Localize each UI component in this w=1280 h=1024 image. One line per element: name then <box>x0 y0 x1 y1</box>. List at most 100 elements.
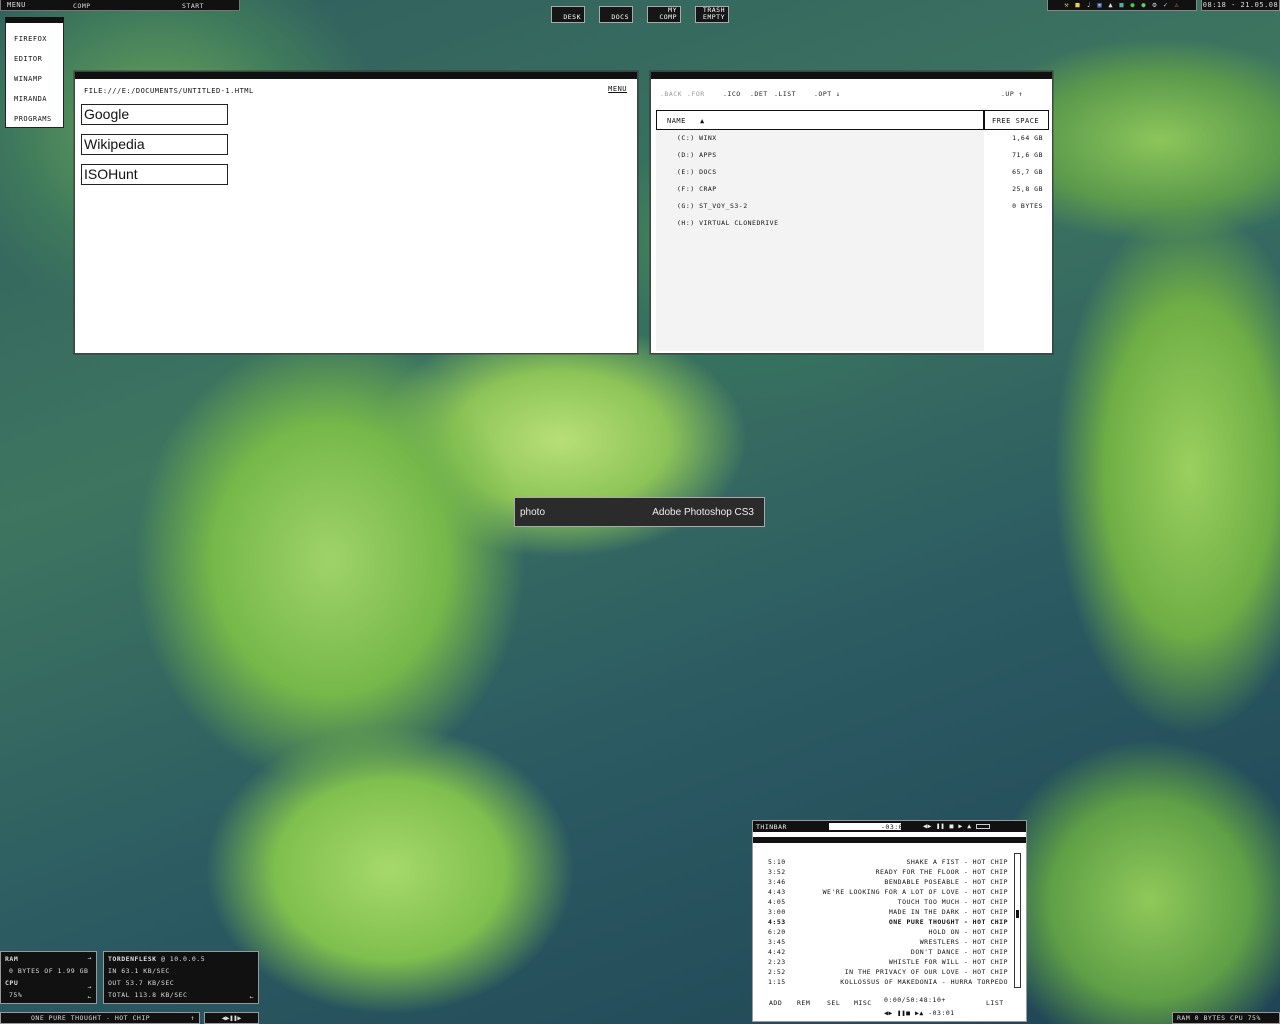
drive-row[interactable]: (C:) WINX 1,64 GB <box>656 130 1049 147</box>
browser-titlebar[interactable] <box>75 72 637 79</box>
up-button[interactable]: .UP ↑ <box>1001 90 1023 98</box>
playlist-item[interactable]: 3:46 BENDABLE POSEABLE - HOT CHIP <box>768 877 1008 887</box>
volume-slider[interactable] <box>976 823 991 829</box>
view-details-button[interactable]: .DET <box>750 90 768 98</box>
view-list-button[interactable]: .LIST <box>774 90 796 98</box>
drive-row[interactable]: (F:) CRAP 25,8 GB <box>656 181 1049 198</box>
options-button[interactable]: .OPT ↓ <box>814 90 841 98</box>
startmenu-item-firefox[interactable]: FIREFOX <box>6 29 63 49</box>
misc-button[interactable]: MISC <box>854 999 872 1007</box>
drive-row[interactable]: (G:) ST_VOY_S3-2 0 BYTES <box>656 198 1049 215</box>
scrollbar-thumb[interactable] <box>1016 910 1019 918</box>
launcher-query[interactable]: photo <box>520 507 545 518</box>
docs-icon[interactable]: DOCS <box>599 6 633 23</box>
play-icon[interactable]: ▶ <box>927 822 931 830</box>
select-button[interactable]: SEL <box>827 999 840 1007</box>
tool-icon[interactable]: ⚒ <box>1062 1 1071 9</box>
bug-icon[interactable]: ● <box>1139 1 1148 9</box>
my-comp-icon[interactable]: MY COMP <box>647 6 681 23</box>
arrow-left-icon[interactable]: ← <box>250 993 254 1001</box>
pause-icon[interactable]: ❚❚ <box>897 1009 906 1017</box>
chart-icon[interactable]: ▲ <box>1106 1 1115 9</box>
track-title: IN THE PRIVACY OF OUR LOVE - HOT CHIP <box>844 968 1008 976</box>
play-icon[interactable]: ▶ <box>888 1009 892 1017</box>
view-icons-button[interactable]: .ICO <box>723 90 741 98</box>
time-remaining-bottom: -03:01 <box>928 1009 955 1017</box>
next-icon[interactable]: ▶ <box>237 1014 241 1022</box>
playlist-item[interactable]: 4:42 DON'T DANCE - HOT CHIP <box>768 947 1008 957</box>
link-isohunt[interactable]: ISOHunt <box>81 164 228 185</box>
forward-button[interactable]: .FOR <box>687 90 705 98</box>
now-playing-bar[interactable]: ONE PURE THOUGHT - HOT CHIP ↑ <box>0 1012 200 1024</box>
menu-button[interactable]: MENU <box>7 1 26 9</box>
back-button[interactable]: .BACK <box>660 90 682 98</box>
stop-icon[interactable]: ■ <box>906 1009 910 1017</box>
playlist-item[interactable]: 4:43 WE'RE LOOKING FOR A LOT OF LOVE - HO… <box>768 887 1008 897</box>
playlist-item[interactable]: 2:52 IN THE PRIVACY OF OUR LOVE - HOT CHI… <box>768 967 1008 977</box>
app-launcher[interactable]: photo Adobe Photoshop CS3 <box>514 497 765 527</box>
browser-menu-button[interactable]: MENU <box>608 85 627 93</box>
drive-name: (G:) ST_VOY_S3-2 <box>677 202 748 210</box>
arrow-right-icon[interactable]: → <box>88 954 92 962</box>
explorer-titlebar[interactable] <box>651 72 1052 79</box>
playlist-item[interactable]: 3:00 MADE IN THE DARK - HOT CHIP <box>768 907 1008 917</box>
eject-icon[interactable]: ▲ <box>919 1009 923 1017</box>
track-duration: 3:46 <box>768 878 786 886</box>
playlist-item[interactable]: 1:15 KOLLOSSUS OF MAKEDONIA - HURRA TORPE… <box>768 977 1008 987</box>
gear-icon[interactable]: ⚙ <box>1150 1 1159 9</box>
start-button[interactable]: START <box>182 2 204 10</box>
name-column-header[interactable]: NAME ▲ <box>657 111 985 129</box>
list-button[interactable]: LIST <box>986 999 1004 1007</box>
arrow-left-icon[interactable]: ← <box>88 993 92 1001</box>
stop-icon[interactable]: ■ <box>950 822 954 830</box>
arrow-right-icon[interactable]: → <box>88 983 92 991</box>
startmenu-item-winamp[interactable]: WINAMP <box>6 69 63 89</box>
file-explorer-window: .BACK .FOR .ICO .DET .LIST .OPT ↓ .UP ↑ … <box>650 71 1053 354</box>
playlist-item[interactable]: 3:45 WRESTLERS - HOT CHIP <box>768 937 1008 947</box>
drive-row[interactable]: (E:) DOCS 65,7 GB <box>656 164 1049 181</box>
volume-icon[interactable]: ♩ <box>1084 1 1093 9</box>
drive-row[interactable]: (H:) VIRTUAL CLONEDRIVE <box>656 215 1049 232</box>
startmenu-item-programs[interactable]: PROGRAMS <box>6 109 63 129</box>
playlist-item[interactable]: 4:05 TOUCH TOO MUCH - HOT CHIP <box>768 897 1008 907</box>
playlist-item[interactable]: 6:20 HOLD ON - HOT CHIP <box>768 927 1008 937</box>
comp-button[interactable]: COMP <box>73 2 91 10</box>
link-wikipedia[interactable]: Wikipedia <box>81 134 228 155</box>
player-titlebar[interactable]: THINBAR -03:01 ◀▶ ❚❚ ■ ▶ ▲ <box>753 821 1026 832</box>
drive-free-space: 25,8 GB <box>1012 185 1043 193</box>
drive-row[interactable]: (D:) APPS 71,6 GB <box>656 147 1049 164</box>
link-google[interactable]: Google <box>81 104 228 125</box>
chevron-down-icon: ↓ <box>836 90 841 98</box>
address-bar[interactable]: FILE:///E:/DOCUMENTS/UNTITLED-1.HTML <box>84 87 254 95</box>
add-button[interactable]: ADD <box>769 999 782 1007</box>
player-separator <box>753 837 1026 843</box>
pause-icon[interactable]: ❚❚ <box>936 822 945 830</box>
folder-icon[interactable]: ■ <box>1073 1 1082 9</box>
torrent-ip: @ 10.0.0.5 <box>160 955 206 963</box>
warning-icon[interactable]: ⚠ <box>1172 1 1181 9</box>
network-icon[interactable]: ▣ <box>1095 1 1104 9</box>
eject-icon[interactable]: ▲ <box>967 822 971 830</box>
drive-name: (H:) VIRTUAL CLONEDRIVE <box>677 219 779 227</box>
arrow-up-icon[interactable]: ↑ <box>191 1013 195 1023</box>
playlist-item[interactable]: 3:52 READY FOR THE FLOOR - HOT CHIP <box>768 867 1008 877</box>
next-icon[interactable]: ▶ <box>958 822 962 830</box>
desk-icon[interactable]: DESK <box>551 6 585 23</box>
drive-name: (D:) APPS <box>677 151 717 159</box>
trash-icon[interactable]: TRASH EMPTY <box>695 6 729 23</box>
remove-button[interactable]: REM <box>797 999 810 1007</box>
track-title: HOLD ON - HOT CHIP <box>928 928 1008 936</box>
free-space-column-header[interactable]: FREE SPACE <box>985 111 1048 129</box>
playlist-item[interactable]: 4:53 ONE PURE THOUGHT - HOT CHIP <box>768 917 1008 927</box>
drive-free-space: 1,64 GB <box>1012 134 1043 142</box>
startmenu-item-editor[interactable]: EDITOR <box>6 49 63 69</box>
startmenu-item-miranda[interactable]: MIRANDA <box>6 89 63 109</box>
window-icon[interactable]: ■ <box>1117 1 1126 9</box>
launcher-result[interactable]: Adobe Photoshop CS3 <box>652 507 754 518</box>
playlist-scrollbar[interactable] <box>1014 853 1021 988</box>
track-title: WRESTLERS - HOT CHIP <box>919 938 1008 946</box>
check-icon[interactable]: ✓ <box>1161 1 1170 9</box>
playlist-item[interactable]: 5:10 SHAKE A FIST - HOT CHIP <box>768 857 1008 867</box>
globe-icon[interactable]: ● <box>1128 1 1137 9</box>
playlist-item[interactable]: 2:23 WHISTLE FOR WILL - HOT CHIP <box>768 957 1008 967</box>
